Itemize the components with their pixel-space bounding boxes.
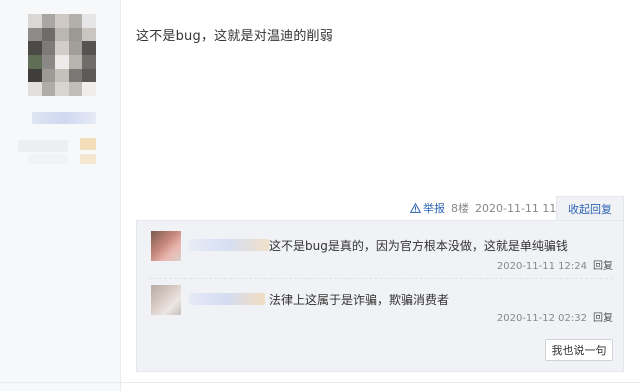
floor-number: 8楼 (451, 202, 469, 215)
reply-username[interactable] (189, 239, 269, 251)
warning-triangle-icon (410, 203, 421, 213)
reply-avatar[interactable] (151, 231, 181, 261)
reply-item: 法律上这属于是诈骗，欺骗消费者 2020-11-12 02:32 回复 (149, 285, 615, 331)
reply-avatar[interactable] (151, 285, 181, 315)
say-something-button[interactable]: 我也说一句 (545, 339, 613, 361)
reply-meta: 2020-11-12 02:32 回复 (497, 309, 613, 324)
post-content: 这不是bug，这就是对温迪的削弱 (136, 29, 333, 44)
reply-time: 2020-11-11 12:24 (496, 261, 587, 272)
report-label: 举报 (423, 202, 445, 215)
reply-time: 2020-11-12 02:32 (496, 313, 587, 324)
reply-divider (149, 278, 613, 279)
reply-button[interactable]: 回复 (593, 261, 613, 272)
reply-box: 这不是bug是真的，因为官方根本没做，这就是单纯骗钱 2020-11-11 12… (136, 220, 624, 372)
reply-item: 这不是bug是真的，因为官方根本没做，这就是单纯骗钱 2020-11-11 12… (149, 231, 615, 277)
author-badge (18, 138, 98, 166)
floor-divider (0, 382, 640, 383)
post-meta: 举报 8楼 2020-11-11 11:34 (410, 196, 574, 220)
collapse-replies-button[interactable]: 收起回复 (556, 196, 624, 221)
author-name[interactable] (32, 112, 96, 124)
report-link[interactable]: 举报 (410, 200, 445, 216)
reply-button[interactable]: 回复 (593, 313, 613, 324)
author-avatar[interactable] (28, 14, 96, 96)
reply-text: 这不是bug是真的，因为官方根本没做，这就是单纯骗钱 (269, 239, 568, 253)
reply-text: 法律上这属于是诈骗，欺骗消费者 (269, 293, 450, 307)
post-floor: 这不是bug，这就是对温迪的削弱 举报 8楼 2020-11-11 11:34 … (0, 0, 640, 391)
author-panel (0, 0, 121, 391)
reply-username[interactable] (189, 293, 265, 305)
reply-meta: 2020-11-11 12:24 回复 (497, 257, 613, 272)
